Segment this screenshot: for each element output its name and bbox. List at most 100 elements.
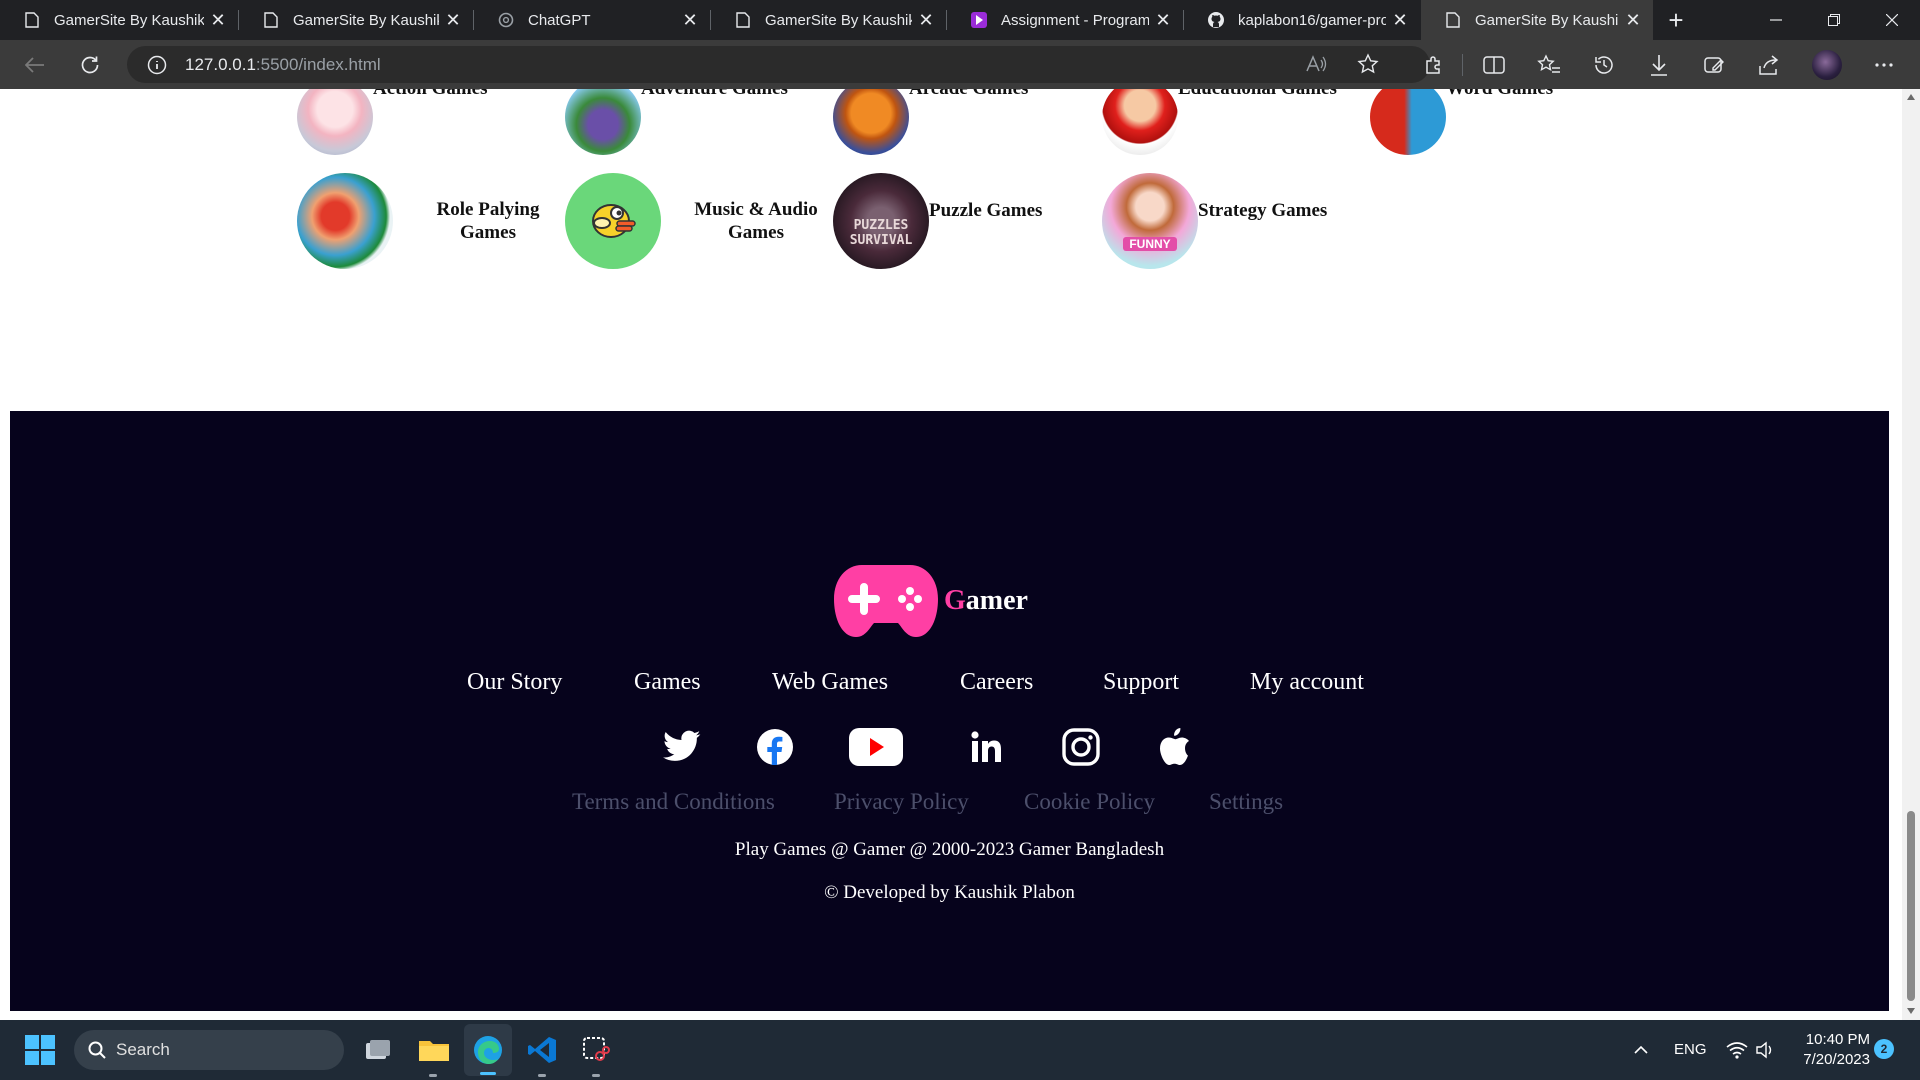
linkedin-icon[interactable] xyxy=(961,721,1013,773)
file-explorer-button[interactable] xyxy=(412,1020,456,1080)
vscode-button[interactable] xyxy=(520,1020,564,1080)
twitter-icon[interactable] xyxy=(656,721,708,773)
new-tab-button[interactable]: + xyxy=(1650,0,1702,40)
scroll-down-arrow-icon xyxy=(1907,1008,1915,1014)
clock-time[interactable]: 10:40 PM xyxy=(1800,1031,1870,1048)
word-games-image xyxy=(1370,89,1446,155)
taskbar-search-box[interactable]: Search xyxy=(74,1030,344,1070)
edge-browser-button[interactable] xyxy=(464,1024,512,1076)
category-label: Educational Games xyxy=(1178,89,1337,100)
developer-credit: © Developed by Kaushik Plabon xyxy=(824,882,1075,903)
minimize-button[interactable] xyxy=(1748,0,1804,40)
strategy-art-text: FUNNY xyxy=(1123,237,1177,251)
task-view-button[interactable] xyxy=(358,1020,398,1080)
info-icon[interactable] xyxy=(147,55,167,80)
page-scrollbar[interactable] xyxy=(1902,89,1920,1020)
web-capture-icon xyxy=(1704,56,1724,73)
settings-more-button[interactable] xyxy=(1864,40,1904,89)
category-word-games[interactable]: Word Games xyxy=(1370,89,1553,155)
category-label: Arcade Games xyxy=(909,89,1028,100)
show-hidden-icons-button[interactable] xyxy=(1626,1020,1656,1080)
category-music-audio-games[interactable]: Music & Audio Games xyxy=(565,173,831,269)
language-indicator[interactable]: ENG xyxy=(1674,1041,1707,1058)
category-arcade-games[interactable]: Arcade Games xyxy=(833,89,1028,155)
category-adventure-games[interactable]: Adventure Games xyxy=(565,89,788,155)
close-icon[interactable]: ✕ xyxy=(439,10,467,31)
snipping-tool-button[interactable] xyxy=(574,1020,618,1080)
speaker-icon xyxy=(1756,1041,1772,1059)
tab-4[interactable]: GamerSite By Kaushik ✕ xyxy=(711,0,946,40)
footer-link-games[interactable]: Games xyxy=(634,669,701,696)
start-button[interactable] xyxy=(20,1020,60,1080)
cookie-policy-link[interactable]: Cookie Policy xyxy=(1024,789,1155,815)
back-button[interactable] xyxy=(15,40,55,89)
tab-title: kaplabon16/gamer-project xyxy=(1238,11,1386,29)
tab-1[interactable]: GamerSite By Kaushik ✕ xyxy=(0,0,238,40)
close-icon[interactable]: ✕ xyxy=(1149,10,1177,31)
category-role-playing-games[interactable]: Role Palying Games xyxy=(297,173,563,269)
youtube-icon[interactable] xyxy=(848,721,904,773)
footer-link-support[interactable]: Support xyxy=(1103,669,1179,696)
close-icon[interactable]: ✕ xyxy=(1619,10,1647,31)
settings-link[interactable]: Settings xyxy=(1209,789,1283,815)
clock-date[interactable]: 7/20/2023 xyxy=(1790,1051,1870,1068)
apple-icon[interactable] xyxy=(1148,721,1200,773)
footer-link-web-games[interactable]: Web Games xyxy=(772,669,888,696)
facebook-icon[interactable] xyxy=(749,721,801,773)
privacy-policy-link[interactable]: Privacy Policy xyxy=(834,789,969,815)
page-icon xyxy=(24,12,40,28)
category-label: Music & Audio Games xyxy=(694,199,818,243)
tab-3[interactable]: ChatGPT ✕ xyxy=(474,0,710,40)
footer-logo[interactable]: Gamer xyxy=(832,561,1028,641)
snipping-tool-icon xyxy=(583,1037,610,1061)
category-action-games[interactable]: Action Games xyxy=(297,89,488,155)
action-games-image xyxy=(297,89,373,155)
network-button[interactable] xyxy=(1722,1020,1752,1080)
restore-button[interactable] xyxy=(1806,0,1862,40)
copyright-text: Play Games @ Gamer @ 2000-2023 Gamer Ban… xyxy=(734,839,1165,860)
more-dots-icon xyxy=(1875,62,1893,67)
tab-5[interactable]: Assignment - Programming ✕ xyxy=(947,0,1183,40)
close-icon[interactable]: ✕ xyxy=(1386,10,1414,31)
volume-button[interactable] xyxy=(1752,1020,1778,1080)
address-bar[interactable]: 127.0.0.1:5500/index.html xyxy=(127,46,1430,83)
close-window-button[interactable] xyxy=(1864,0,1920,40)
share-button[interactable] xyxy=(1749,40,1789,89)
category-label: Word Games xyxy=(1446,89,1553,100)
github-icon xyxy=(1208,12,1224,28)
page-icon xyxy=(735,12,751,28)
extensions-button[interactable] xyxy=(1414,40,1454,89)
category-strategy-games[interactable]: FUNNY Strategy Games xyxy=(1102,173,1327,269)
notification-badge[interactable]: 2 xyxy=(1874,1039,1894,1059)
footer-link-our-story[interactable]: Our Story xyxy=(467,669,562,696)
close-icon[interactable]: ✕ xyxy=(676,10,704,31)
instagram-icon[interactable] xyxy=(1055,721,1107,773)
profile-button[interactable] xyxy=(1807,40,1847,89)
page-viewport: Action Games Adventure Games Arcade Game… xyxy=(0,89,1902,1020)
tab-6[interactable]: kaplabon16/gamer-project ✕ xyxy=(1184,0,1420,40)
search-label: Search xyxy=(116,1040,170,1059)
close-icon[interactable]: ✕ xyxy=(912,10,940,31)
footer-link-careers[interactable]: Careers xyxy=(960,669,1033,696)
history-button[interactable] xyxy=(1584,40,1624,89)
read-aloud-icon[interactable] xyxy=(1305,54,1327,79)
puzzle-piece-icon xyxy=(1426,55,1440,74)
url-text[interactable]: 127.0.0.1:5500/index.html xyxy=(185,55,381,75)
page-icon xyxy=(263,12,279,28)
refresh-button[interactable] xyxy=(70,40,110,89)
web-capture-button[interactable] xyxy=(1694,40,1734,89)
category-educational-games[interactable]: Educational Games xyxy=(1102,89,1337,155)
close-icon[interactable]: ✕ xyxy=(204,10,232,31)
favorite-star-icon[interactable] xyxy=(1357,53,1379,80)
scrollbar-thumb[interactable] xyxy=(1907,811,1915,1001)
terms-link[interactable]: Terms and Conditions xyxy=(572,789,775,815)
edge-icon xyxy=(474,1036,502,1064)
footer-link-my-account[interactable]: My account xyxy=(1250,669,1364,696)
split-screen-button[interactable] xyxy=(1474,40,1514,89)
tab-7-active[interactable]: GamerSite By Kaushik ✕ xyxy=(1421,0,1653,40)
downloads-button[interactable] xyxy=(1639,40,1679,89)
favorites-button[interactable] xyxy=(1529,40,1569,89)
tab-2[interactable]: GamerSite By Kaushik ✕ xyxy=(239,0,473,40)
browser-tab-strip: GamerSite By Kaushik ✕ GamerSite By Kaus… xyxy=(0,0,1920,40)
category-puzzle-games[interactable]: PUZZLES SURVIVAL Puzzle Games xyxy=(833,173,1042,269)
